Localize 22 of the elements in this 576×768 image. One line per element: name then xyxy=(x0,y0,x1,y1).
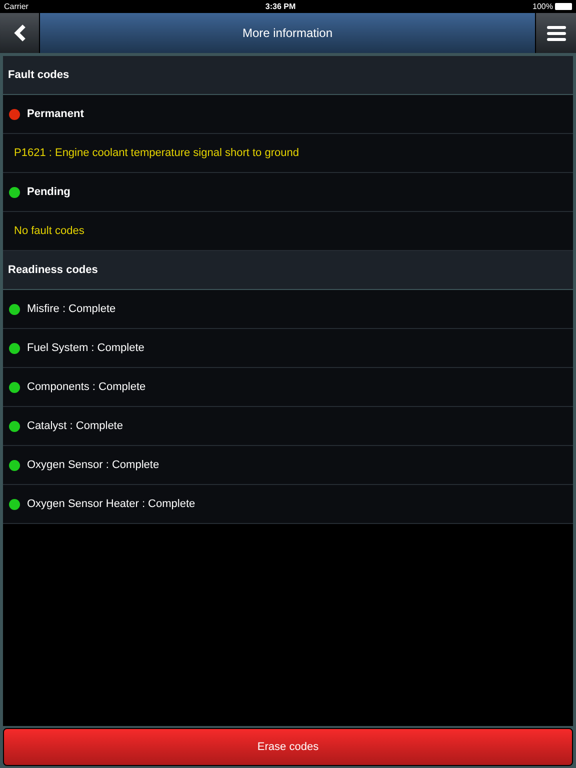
back-button[interactable] xyxy=(0,13,40,53)
back-icon xyxy=(12,24,26,42)
battery-icon xyxy=(555,3,572,10)
readiness-label: Components : Complete xyxy=(27,380,146,395)
readiness-label: Oxygen Sensor Heater : Complete xyxy=(27,496,196,512)
menu-button[interactable] xyxy=(535,13,576,53)
readiness-label: Oxygen Sensor : Complete xyxy=(27,458,160,473)
status-label: Pending xyxy=(27,184,70,200)
page-title: More information xyxy=(242,25,333,42)
clock-time: 3:36 PM xyxy=(265,0,296,12)
readiness-label: Fuel System : Complete xyxy=(27,340,144,356)
section-header: Readiness codes xyxy=(8,262,98,278)
readiness-label: Misfire : Complete xyxy=(27,302,116,317)
fault-code-text: P1621 : Engine coolant temperature signal short to ground xyxy=(14,146,299,161)
fault-code-text: No fault codes xyxy=(14,224,84,239)
readiness-label: Catalyst : Complete xyxy=(27,418,123,434)
battery-percent: 100% xyxy=(532,0,553,12)
carrier-label: Carrier xyxy=(4,0,28,12)
erase-button[interactable]: Erase codes xyxy=(3,728,573,766)
menu-icon xyxy=(546,26,566,40)
section-header: Fault codes xyxy=(8,68,70,83)
status-label: Permanent xyxy=(27,106,84,122)
